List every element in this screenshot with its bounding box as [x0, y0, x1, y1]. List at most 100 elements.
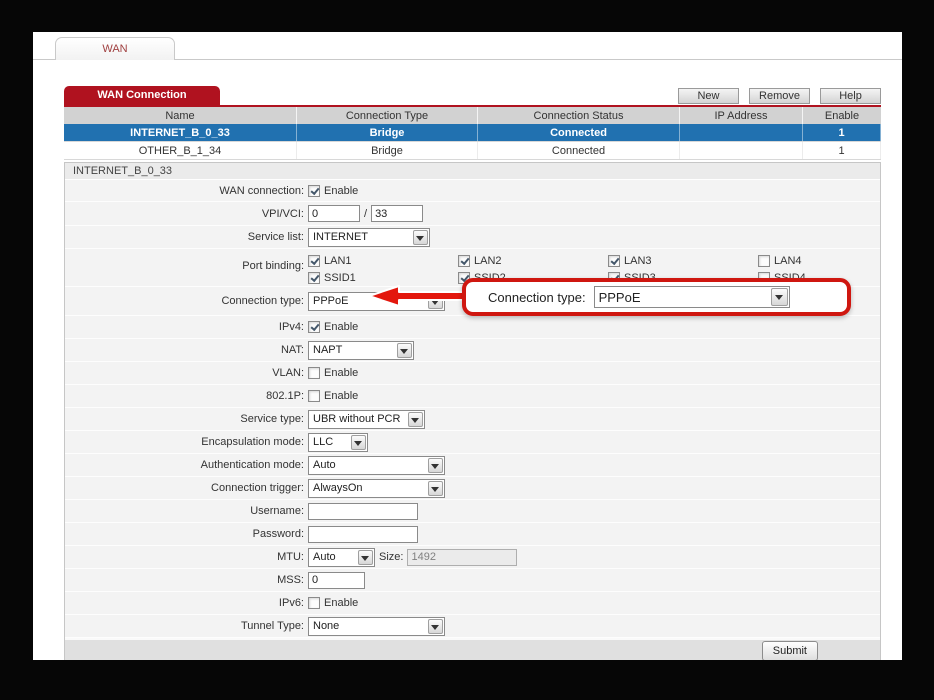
form-section-title: INTERNET_B_0_33 — [65, 163, 880, 180]
field-controls: Enable — [308, 367, 358, 379]
mtu-value: Auto — [313, 551, 336, 563]
field-label: Password: — [65, 528, 308, 540]
field-label: Tunnel Type: — [65, 620, 308, 632]
service-type-select[interactable]: UBR without PCR — [308, 410, 425, 429]
column-header: Connection Type — [297, 107, 478, 124]
nat-select[interactable]: NAPT — [308, 341, 414, 360]
field-label: Service type: — [65, 413, 308, 425]
field-controls: LLC — [308, 433, 368, 452]
lan2-checkbox[interactable] — [458, 255, 470, 267]
vlan-enable-checkbox[interactable] — [308, 367, 320, 379]
table-cell: Connected — [478, 142, 680, 159]
lan4-checkbox[interactable] — [758, 255, 770, 267]
field-label: Connection type: — [65, 295, 308, 307]
main-content: WAN Connection NewRemoveHelp NameConnect… — [64, 86, 881, 660]
username-input[interactable] — [308, 503, 418, 520]
tab-wan[interactable]: WAN — [55, 37, 175, 60]
service-type-value: UBR without PCR — [313, 413, 400, 425]
port-binding-item: LAN4 — [758, 255, 902, 267]
table-row[interactable]: INTERNET_B_0_33BridgeConnected1 — [64, 124, 881, 142]
connection-trigger-select[interactable]: AlwaysOn — [308, 479, 445, 498]
wan-connection-enable-checkbox[interactable] — [308, 185, 320, 197]
port-binding-item: LAN2 — [458, 255, 608, 267]
vpi-input[interactable] — [308, 205, 360, 222]
table-row[interactable]: OTHER_B_1_34BridgeConnected1 — [64, 142, 881, 160]
submit-button[interactable]: Submit — [762, 641, 818, 660]
dropdown-arrow-icon[interactable] — [428, 481, 443, 496]
dropdown-arrow-icon[interactable] — [397, 343, 412, 358]
callout-arrow-icon — [365, 283, 477, 309]
field-controls: Enable — [308, 390, 358, 402]
checkbox-group: Enable — [308, 367, 358, 379]
table-cell: 1 — [803, 142, 881, 159]
field-controls: Enable — [308, 597, 358, 609]
screenshot-frame: WAN WAN Connection NewRemoveHelp NameCon… — [0, 0, 934, 700]
field-label: MSS: — [65, 574, 308, 586]
checkbox-group: Enable — [308, 185, 358, 197]
field-label: Username: — [65, 505, 308, 517]
callout-select[interactable]: PPPoE — [594, 286, 790, 308]
mtu-select[interactable]: Auto — [308, 548, 375, 567]
form-row: 802.1P:Enable — [65, 385, 880, 408]
toolbar: New Remove Help — [678, 88, 881, 104]
dropdown-arrow-icon[interactable] — [351, 435, 366, 450]
remove-button[interactable]: Remove — [749, 88, 810, 104]
tunnel-type-select[interactable]: None — [308, 617, 445, 636]
encapsulation-mode-select[interactable]: LLC — [308, 433, 368, 452]
lan4-label: LAN4 — [774, 255, 802, 267]
form-row: MTU:AutoSize: — [65, 546, 880, 569]
vlan-enable-label: Enable — [324, 367, 358, 379]
field-label: Authentication mode: — [65, 459, 308, 471]
ssid1-checkbox[interactable] — [308, 272, 320, 284]
password-input[interactable] — [308, 526, 418, 543]
mtu-size-input[interactable] — [407, 549, 517, 566]
form-row: IPv4:Enable — [65, 316, 880, 339]
help-button[interactable]: Help — [820, 88, 881, 104]
form-row: MSS: — [65, 569, 880, 592]
port-binding-item: LAN1 — [308, 255, 458, 267]
service-list-select[interactable]: INTERNET — [308, 228, 430, 247]
form-footer: Submit — [65, 638, 880, 660]
field-label: IPv4: — [65, 321, 308, 333]
form-row: Username: — [65, 500, 880, 523]
dropdown-arrow-icon[interactable] — [771, 288, 788, 306]
ipv4-enable-checkbox[interactable] — [308, 321, 320, 333]
form-row: WAN connection:Enable — [65, 180, 880, 202]
field-controls: Auto — [308, 456, 445, 475]
field-label: Connection trigger: — [65, 482, 308, 494]
vci-input[interactable] — [371, 205, 423, 222]
inline-label: / — [364, 208, 367, 220]
field-controls: Auto Size: — [308, 548, 517, 567]
field-controls: INTERNET — [308, 228, 430, 247]
field-controls — [308, 503, 418, 520]
8021p-enable-checkbox[interactable] — [308, 390, 320, 402]
lan2-label: LAN2 — [474, 255, 502, 267]
lan3-checkbox[interactable] — [608, 255, 620, 267]
field-label: 802.1P: — [65, 390, 308, 402]
form-rows: WAN connection:EnableVPI/VCI:/Service li… — [65, 180, 880, 638]
dropdown-arrow-icon[interactable] — [428, 458, 443, 473]
authentication-mode-select[interactable]: Auto — [308, 456, 445, 475]
field-controls: None — [308, 617, 445, 636]
checkbox-group: SSID1 — [308, 272, 356, 284]
form-row: IPv6:Enable — [65, 592, 880, 615]
dropdown-arrow-icon[interactable] — [358, 550, 373, 565]
wan-table: NameConnection TypeConnection StatusIP A… — [64, 107, 881, 160]
dropdown-arrow-icon[interactable] — [408, 412, 423, 427]
checkbox-group: LAN2 — [458, 255, 502, 267]
field-label: NAT: — [65, 344, 308, 356]
table-cell — [680, 124, 803, 141]
ipv6-enable-checkbox[interactable] — [308, 597, 320, 609]
field-label: Port binding: — [65, 249, 308, 272]
field-label: VLAN: — [65, 367, 308, 379]
new-button[interactable]: New — [678, 88, 739, 104]
mss-input[interactable] — [308, 572, 365, 589]
field-controls: Enable — [308, 321, 358, 333]
table-cell: Bridge — [297, 142, 478, 159]
port-binding-item: LAN3 — [608, 255, 758, 267]
dropdown-arrow-icon[interactable] — [413, 230, 428, 245]
inline-label: Size: — [379, 551, 403, 563]
lan1-checkbox[interactable] — [308, 255, 320, 267]
dropdown-arrow-icon[interactable] — [428, 619, 443, 634]
nat-value: NAPT — [313, 344, 342, 356]
